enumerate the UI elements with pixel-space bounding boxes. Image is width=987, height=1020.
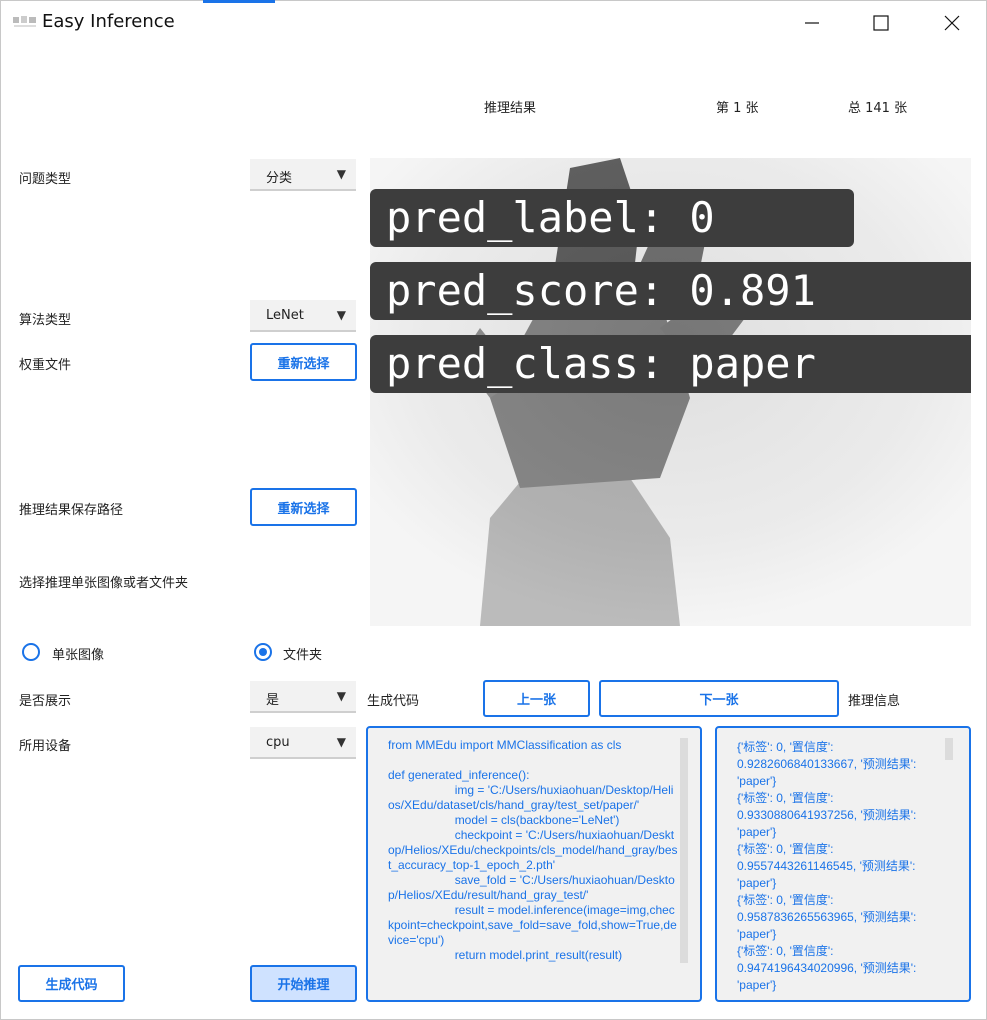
generate-code-label: 生成代码 <box>367 694 420 709</box>
problem-type-value: 分类 <box>266 171 293 186</box>
generate-code-button[interactable]: 生成代码 <box>18 965 125 1002</box>
info-line: {'标签': 0, '置信度': <box>737 893 834 907</box>
window-title: Easy Inference <box>42 11 175 32</box>
prev-image-button[interactable]: 上一张 <box>483 680 590 717</box>
algorithm-label: 算法类型 <box>19 313 72 328</box>
single-image-radio[interactable] <box>22 643 40 661</box>
single-image-label[interactable]: 单张图像 <box>52 644 104 663</box>
info-line: 'paper'} <box>737 978 777 992</box>
save-path-label: 推理结果保存路径 <box>19 503 124 518</box>
info-line: {'标签': 0, '置信度': <box>737 791 834 805</box>
code-scrollbar[interactable] <box>680 738 688 963</box>
device-select[interactable]: cpu ▼ <box>250 727 356 759</box>
info-line: 'paper'} <box>737 774 777 788</box>
info-line: 'paper'} <box>737 876 777 890</box>
info-line: 0.9330880641937256, '预测结果': <box>737 808 917 822</box>
generated-code-text: from MMEdu import MMClassification as cl… <box>388 738 678 962</box>
app-icon <box>12 13 38 29</box>
info-line: {'标签': 0, '置信度': <box>737 842 834 856</box>
info-line: {'标签': 0, '置信度': <box>737 740 834 754</box>
algorithm-select[interactable]: LeNet ▼ <box>250 300 356 332</box>
taskbar-accent <box>203 0 275 3</box>
folder-label[interactable]: 文件夹 <box>283 644 322 663</box>
dropdown-arrow-icon: ▼ <box>336 308 346 322</box>
problem-type-label: 问题类型 <box>19 172 72 187</box>
weight-file-label: 权重文件 <box>19 358 72 373</box>
inference-info-list: {'标签': 0, '置信度': 0.9282606840133667, '预测结… <box>737 739 947 994</box>
code-panel[interactable]: from MMEdu import MMClassification as cl… <box>366 726 702 1002</box>
info-scrollbar[interactable] <box>945 738 953 760</box>
minimize-icon[interactable] <box>797 8 827 38</box>
algorithm-value: LeNet <box>266 308 304 323</box>
total-pages-label: 总 141 张 <box>848 101 908 116</box>
device-value: cpu <box>266 735 290 750</box>
maximize-icon[interactable] <box>866 8 896 38</box>
info-line: 'paper'} <box>737 927 777 941</box>
device-label: 所用设备 <box>19 739 72 754</box>
start-inference-button[interactable]: 开始推理 <box>250 965 357 1002</box>
info-line: {'标签': 0, '置信度': <box>737 944 834 958</box>
result-heading: 推理结果 <box>484 101 537 116</box>
pred-score-text: pred_score: 0.891 <box>370 262 971 320</box>
pred-label-text: pred_label: 0 <box>370 189 854 247</box>
radio-selected-dot <box>259 648 267 656</box>
folder-radio[interactable] <box>254 643 272 661</box>
dropdown-arrow-icon: ▼ <box>336 689 346 703</box>
show-value: 是 <box>266 693 280 708</box>
inference-info-label: 推理信息 <box>848 694 901 709</box>
info-line: 0.9474196434020996, '预测结果': <box>737 961 917 975</box>
info-line: 0.9282606840133667, '预测结果': <box>737 757 917 771</box>
dropdown-arrow-icon: ▼ <box>336 167 346 181</box>
info-line: 0.9587836265563965, '预测结果': <box>737 910 917 924</box>
result-preview-image: pred_label: 0 pred_score: 0.891 pred_cla… <box>370 158 971 626</box>
pred-class-text: pred_class: paper <box>370 335 971 393</box>
save-path-reselect-button[interactable]: 重新选择 <box>250 488 357 526</box>
select-source-label: 选择推理单张图像或者文件夹 <box>19 576 189 591</box>
info-panel[interactable]: {'标签': 0, '置信度': 0.9282606840133667, '预测结… <box>715 726 971 1002</box>
show-select[interactable]: 是 ▼ <box>250 681 356 713</box>
dropdown-arrow-icon: ▼ <box>336 735 346 749</box>
info-line: 0.9557443261146545, '预测结果': <box>737 859 916 873</box>
problem-type-select[interactable]: 分类 ▼ <box>250 159 356 191</box>
info-line: 'paper'} <box>737 825 777 839</box>
show-label: 是否展示 <box>19 694 72 709</box>
current-page-label: 第 1 张 <box>716 101 759 116</box>
next-image-button[interactable]: 下一张 <box>599 680 839 717</box>
close-icon[interactable] <box>937 8 967 38</box>
weight-reselect-button[interactable]: 重新选择 <box>250 343 357 381</box>
